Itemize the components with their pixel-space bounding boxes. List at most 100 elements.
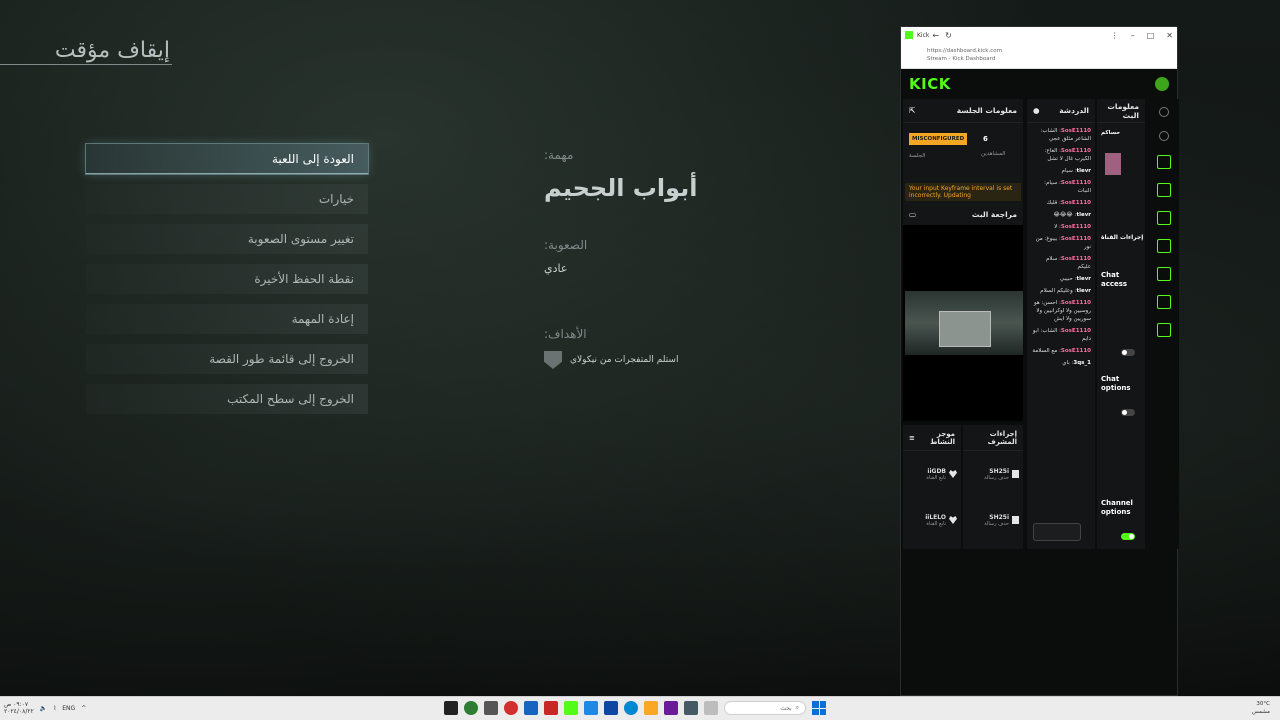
chat-username[interactable]: tlevr bbox=[1076, 288, 1091, 294]
chevron-up-icon[interactable]: ^ bbox=[81, 705, 86, 712]
chat-username[interactable]: tlevr bbox=[1076, 168, 1091, 174]
activity-feed-header: موجز النشاط ≡ bbox=[903, 425, 961, 451]
folder-icon[interactable] bbox=[644, 701, 658, 715]
lightning-icon[interactable] bbox=[1157, 183, 1171, 197]
browser-icon[interactable] bbox=[624, 701, 638, 715]
reload-icon[interactable]: ↻ bbox=[945, 31, 952, 40]
chat-username[interactable]: tlevr bbox=[1076, 212, 1091, 218]
chat-username[interactable]: SosE1110 bbox=[1061, 128, 1091, 134]
app-icon[interactable] bbox=[504, 701, 518, 715]
chat-username[interactable]: tlevr bbox=[1076, 276, 1091, 282]
edit-icon[interactable] bbox=[1159, 131, 1169, 141]
menu-item-options[interactable]: خيارات bbox=[86, 184, 368, 214]
chat-text: لا bbox=[1054, 224, 1058, 230]
page-title: Stream - Kick Dashboard bbox=[927, 56, 996, 62]
goals-label: الأهداف: bbox=[544, 327, 587, 341]
toggle-switch[interactable] bbox=[1121, 533, 1135, 540]
chat-username[interactable]: 3qs_1 bbox=[1073, 360, 1091, 366]
wrench-icon[interactable] bbox=[1157, 323, 1171, 337]
mission-label: مهمة: bbox=[544, 148, 574, 162]
wifi-icon[interactable]: ⌇ bbox=[53, 705, 56, 712]
kick-logo[interactable]: KICK bbox=[909, 75, 951, 93]
menu-item-exit-story[interactable]: الخروج إلى قائمة طور القصة bbox=[86, 344, 368, 374]
toggle-switch[interactable] bbox=[1121, 409, 1135, 416]
chat-username[interactable]: SosE1110 bbox=[1061, 180, 1091, 186]
viewers-label: المشاهدين bbox=[981, 151, 1006, 157]
chat-username[interactable]: SosE1110 bbox=[1061, 328, 1091, 334]
trash-icon[interactable] bbox=[1012, 470, 1019, 478]
stream-preview[interactable] bbox=[903, 225, 1023, 421]
back-icon[interactable]: ← bbox=[932, 31, 939, 40]
trash-icon[interactable] bbox=[1012, 516, 1019, 524]
menu-item-restart-mission[interactable]: إعادة المهمة bbox=[86, 304, 368, 334]
chat-username[interactable]: SosE1110 bbox=[1061, 256, 1091, 262]
browser-window: Kick ← ↻ ⋮ – □ ✕ https://dashboard.kick.… bbox=[900, 26, 1179, 696]
difficulty-label: الصعوبة: bbox=[544, 238, 588, 252]
avatar[interactable] bbox=[1155, 77, 1169, 91]
stream-icon[interactable] bbox=[1157, 155, 1171, 169]
menu-item-resume[interactable]: العودة إلى اللعبة bbox=[86, 144, 368, 174]
app-icon[interactable] bbox=[444, 701, 458, 715]
link-icon[interactable] bbox=[1157, 267, 1171, 281]
tab-title[interactable]: Kick bbox=[917, 32, 929, 39]
status-badge: MISCONFIGURED bbox=[909, 133, 968, 145]
minimize-icon[interactable]: – bbox=[1131, 31, 1135, 40]
chat-username[interactable]: SosE1110 bbox=[1061, 348, 1091, 354]
shield-icon bbox=[544, 351, 562, 369]
menu-dots-icon[interactable]: ⋮ bbox=[1111, 31, 1119, 40]
app-icon[interactable] bbox=[664, 701, 678, 715]
edge-icon[interactable] bbox=[524, 701, 538, 715]
app-icon[interactable] bbox=[484, 701, 498, 715]
channel-panel: معلومات البث حساكم إجراءات القناة Chat a… bbox=[1097, 99, 1145, 549]
pause-title: إيقاف مؤقت bbox=[54, 38, 170, 63]
chat-input[interactable] bbox=[1033, 523, 1081, 541]
mission-name: أبواب الجحيم bbox=[544, 174, 698, 202]
chat-username[interactable]: SosE1110 bbox=[1061, 200, 1091, 206]
channel-options-label: Channel options bbox=[1101, 499, 1133, 516]
clock[interactable]: ٠٩:٠٧ ص ٢٠٢٤/٠٨/٢٢ bbox=[4, 701, 34, 715]
chat-message: SosE1110: بيبوغ: من نور bbox=[1035, 236, 1091, 250]
kick-icon[interactable] bbox=[564, 701, 578, 715]
youtube-icon[interactable] bbox=[544, 701, 558, 715]
menu-item-exit-desktop[interactable]: الخروج إلى سطح المكتب bbox=[86, 384, 368, 414]
info-icon[interactable] bbox=[1159, 107, 1169, 117]
menu-item-last-checkpoint[interactable]: نقطة الحفظ الأخيرة bbox=[86, 264, 368, 294]
expand-icon[interactable]: ⇱ bbox=[909, 106, 915, 115]
chat-username[interactable]: SosE1110 bbox=[1061, 224, 1091, 230]
chat-icon[interactable] bbox=[1157, 239, 1171, 253]
list-item: iiGDB تابع القناة bbox=[903, 451, 961, 497]
app-icon[interactable] bbox=[604, 701, 618, 715]
icon-rail bbox=[1149, 99, 1179, 549]
chat-text: 😂😂😂 bbox=[1053, 212, 1073, 218]
chat-text: باي bbox=[1062, 360, 1070, 366]
chat-message: SosE1110: الغاع: الكيرب غال لا تشل bbox=[1044, 148, 1091, 162]
chat-username[interactable]: SosE1110 bbox=[1061, 300, 1091, 306]
close-icon[interactable]: ✕ bbox=[1166, 31, 1173, 40]
address-bar[interactable]: https://dashboard.kick.com Stream - Kick… bbox=[901, 43, 1177, 69]
volume-icon[interactable]: 🔈 bbox=[40, 705, 47, 712]
toggle-switch[interactable] bbox=[1121, 349, 1135, 356]
pause-menu: العودة إلى اللعبة خيارات تغيير مستوى الص… bbox=[86, 144, 368, 424]
windows-start-icon[interactable] bbox=[812, 701, 826, 715]
menu-item-change-difficulty[interactable]: تغيير مستوى الصعوبة bbox=[86, 224, 368, 254]
mod-actions-panel: إجراءات المشرف SH25i حذف رسالة SH25i حذف ر… bbox=[963, 425, 1023, 549]
xbox-icon[interactable] bbox=[464, 701, 478, 715]
maximize-icon[interactable]: □ bbox=[1147, 31, 1155, 40]
app-icon[interactable] bbox=[584, 701, 598, 715]
kick-header: KICK bbox=[901, 69, 1177, 99]
goal-item: استلم المتفجرات من نيكولاي bbox=[544, 351, 844, 369]
chat-username[interactable]: SosE1110 bbox=[1061, 148, 1091, 154]
weather-widget[interactable]: 30°C مشمس bbox=[1252, 700, 1270, 716]
chat-message: SosE1110: مع السلامة bbox=[1032, 348, 1091, 354]
app-icon[interactable] bbox=[704, 701, 718, 715]
clipboard-icon[interactable] bbox=[1157, 211, 1171, 225]
list-icon[interactable] bbox=[1157, 295, 1171, 309]
app-icon[interactable] bbox=[684, 701, 698, 715]
search-input[interactable]: بحث ⌕ bbox=[724, 701, 806, 715]
lang-indicator[interactable]: ENG bbox=[62, 705, 75, 712]
taskbar-apps: بحث ⌕ bbox=[444, 701, 826, 715]
chat-username[interactable]: SosE1110 bbox=[1061, 236, 1091, 242]
chat-message: tlevr: حبيبي bbox=[1059, 276, 1091, 282]
filter-icon[interactable]: ≡ bbox=[909, 434, 915, 442]
chat-text: قلبك bbox=[1046, 200, 1058, 206]
